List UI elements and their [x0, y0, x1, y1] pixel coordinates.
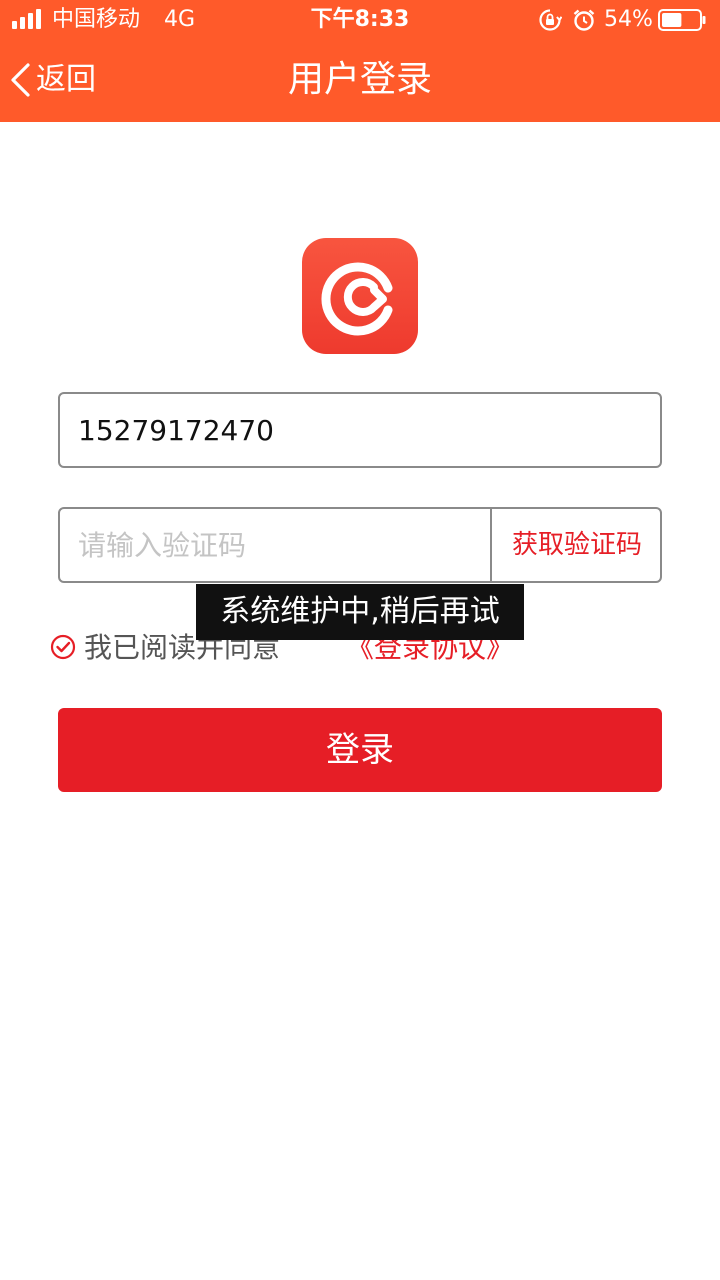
app-logo-mark [321, 262, 393, 336]
alarm-icon [573, 9, 595, 31]
app-header: 中国移动 4G 下午8:33 54% 返回 用户登录 [0, 0, 720, 122]
phone-field[interactable] [58, 392, 662, 468]
status-bar: 中国移动 4G 下午8:33 54% [0, 0, 720, 40]
battery-percent: 54% [604, 7, 653, 32]
login-button[interactable]: 登录 [58, 708, 662, 792]
page-title: 用户登录 [287, 59, 432, 100]
app-logo-icon [302, 238, 418, 354]
phone-input[interactable] [76, 394, 646, 466]
get-code-button[interactable]: 获取验证码 [492, 509, 662, 581]
nav-bar: 返回 用户登录 [0, 40, 720, 122]
check-circle-icon[interactable] [50, 634, 76, 660]
verification-code-input[interactable] [76, 509, 476, 581]
orientation-lock-icon [539, 9, 562, 31]
battery-icon [658, 9, 706, 31]
toast-message: 系统维护中,稍后再试 [196, 584, 524, 640]
verification-code-field: 获取验证码 [58, 507, 662, 583]
